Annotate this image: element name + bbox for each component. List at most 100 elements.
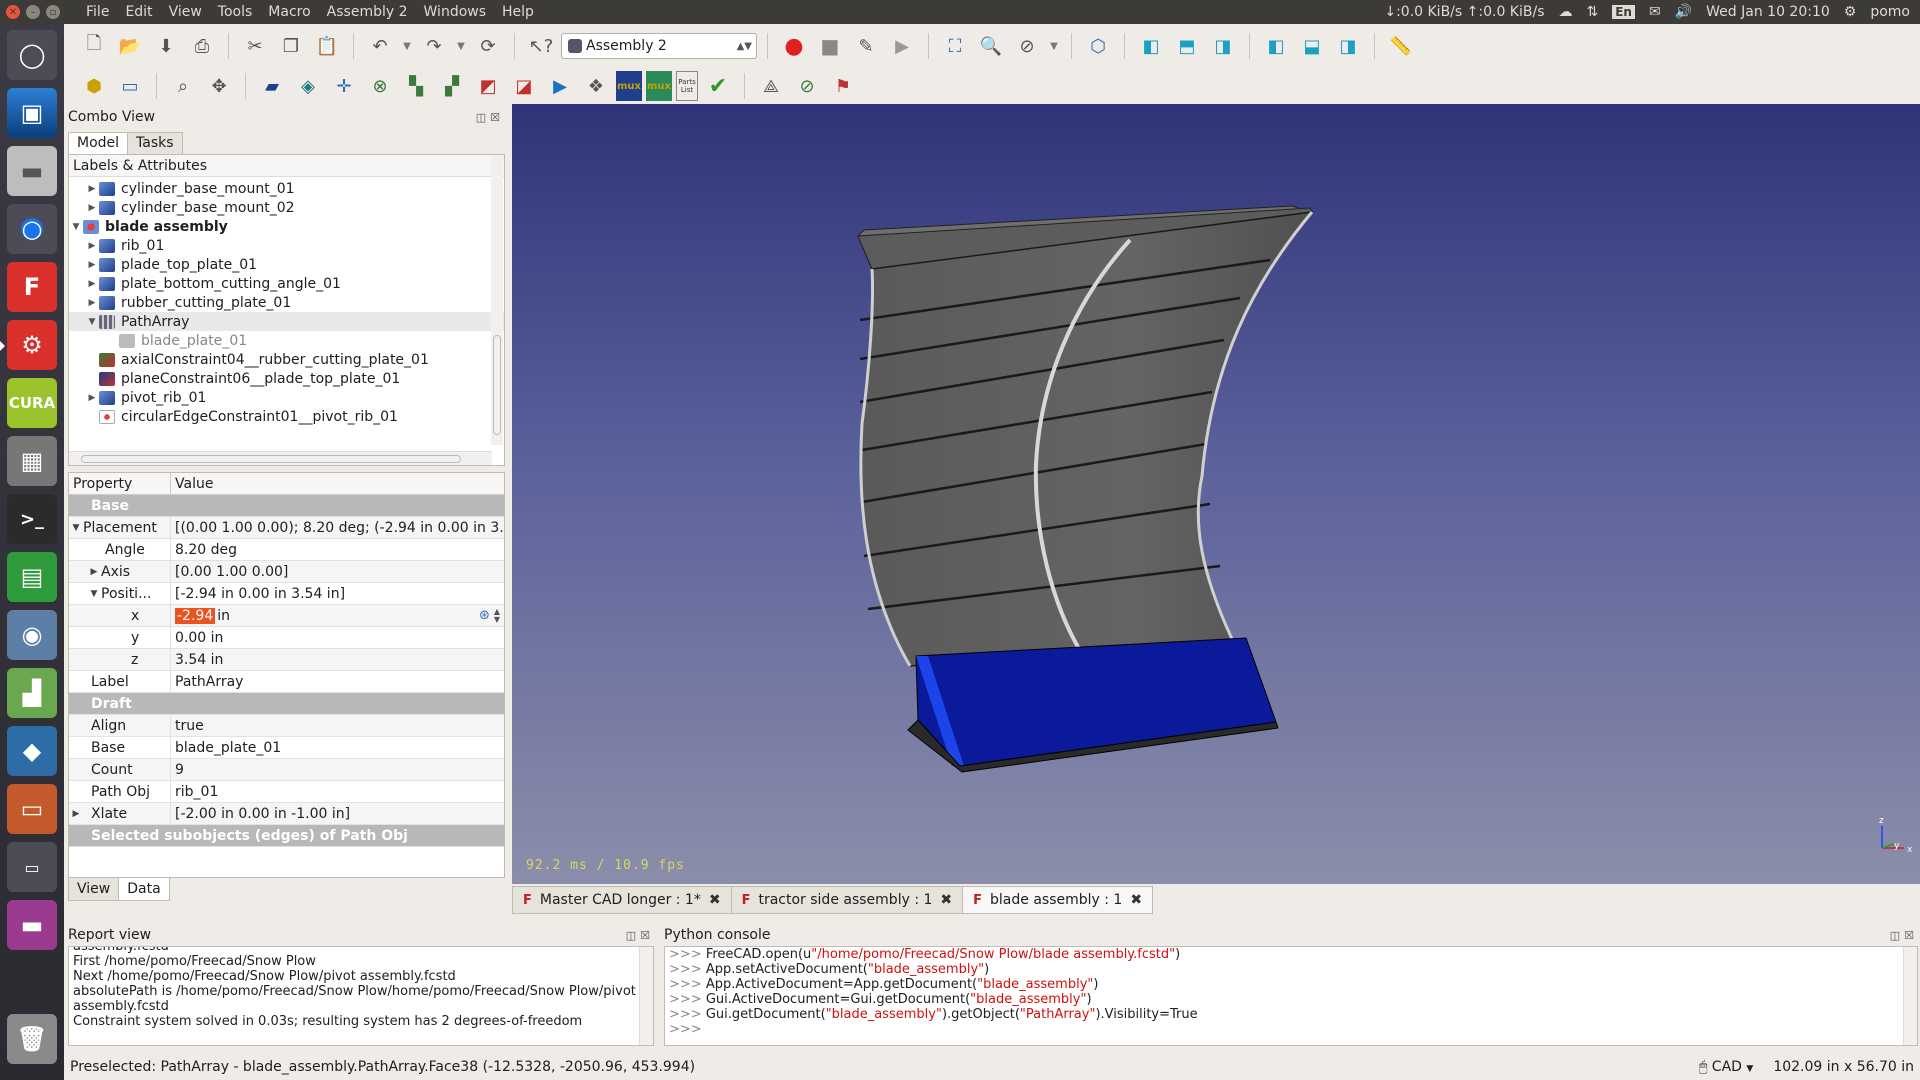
user-name[interactable]: pomo <box>1870 4 1910 20</box>
console-output[interactable]: >>> FreeCAD.open(u"/home/pomo/Freecad/Sn… <box>664 946 1918 1046</box>
console-scrollbar[interactable] <box>1903 947 1917 1045</box>
terminal-icon[interactable]: >_ <box>7 494 57 544</box>
undo-icon[interactable]: ↶ <box>364 31 396 61</box>
paste-icon[interactable]: 📋 <box>311 31 343 61</box>
tree-item[interactable]: circularEdgeConstraint01__pivot_rib_01 <box>69 407 504 426</box>
menu-macro[interactable]: Macro <box>260 4 318 20</box>
angle-constraint-icon[interactable]: ▚ <box>400 71 432 101</box>
expand-arrow-icon[interactable]: ▶ <box>85 184 99 194</box>
window-close-button[interactable]: ✕ <box>6 5 20 19</box>
undo-dropdown-icon[interactable]: ▼ <box>400 31 414 61</box>
collapse-arrow-icon[interactable]: ▼ <box>87 589 101 599</box>
property-row-x[interactable]: x -2.94 in ⊛ ▲ ▼ <box>69 605 504 627</box>
collapse-arrow-icon[interactable]: ▼ <box>69 523 83 533</box>
property-value[interactable]: [(0.00 1.00 0.00); 8.20 deg; (-2.94 in 0… <box>171 517 504 538</box>
open-file-icon[interactable]: 📂 <box>114 31 146 61</box>
mail-icon[interactable]: ✉ <box>1649 4 1661 20</box>
property-value[interactable]: 3.54 in <box>171 649 504 670</box>
float-icon[interactable]: ◫ <box>626 929 636 942</box>
tab-master-cad[interactable]: F Master CAD longer : 1* ✖ <box>512 886 732 914</box>
menu-view[interactable]: View <box>161 4 210 20</box>
collapse-arrow-icon[interactable]: ▼ <box>85 317 99 327</box>
view-rear-icon[interactable]: ◧ <box>1260 31 1292 61</box>
menu-help[interactable]: Help <box>494 4 542 20</box>
tab-model[interactable]: Model <box>68 132 129 154</box>
tree-item[interactable]: ▶ cylinder_base_mount_02 <box>69 198 504 217</box>
tab-view[interactable]: View <box>68 878 120 901</box>
volume-icon[interactable]: 🔊 <box>1675 4 1692 20</box>
tree-item[interactable]: ▶ rubber_cutting_plate_01 <box>69 293 504 312</box>
import-part-icon[interactable]: ⬢ <box>78 71 110 101</box>
close-icon[interactable]: ✖ <box>709 892 721 908</box>
image-viewer-icon[interactable]: ▣ <box>7 88 57 138</box>
property-row-align[interactable]: Align true <box>69 715 504 737</box>
property-group-base[interactable]: Base <box>69 495 504 517</box>
property-group-draft[interactable]: Draft <box>69 693 504 715</box>
view-front-icon[interactable]: ◧ <box>1135 31 1167 61</box>
property-value[interactable]: rib_01 <box>171 781 504 802</box>
spreadsheet-icon[interactable]: ▤ <box>7 552 57 602</box>
parts-list-icon[interactable]: Parts List <box>676 71 698 101</box>
print-icon[interactable]: ⎙ <box>186 31 218 61</box>
property-row-z[interactable]: z 3.54 in <box>69 649 504 671</box>
fit-all-icon[interactable]: ⛶ <box>939 31 971 61</box>
property-value[interactable]: [-2.00 in 0.00 in -1.00 in] <box>171 803 504 824</box>
drive-icon[interactable]: ▬ <box>7 146 57 196</box>
blade-assembly-model[interactable] <box>512 104 1920 884</box>
open-folder-icon[interactable]: ▭ <box>114 71 146 101</box>
property-row-label[interactable]: Label PathArray <box>69 671 504 693</box>
property-value[interactable]: 9 <box>171 759 504 780</box>
expand-arrow-icon[interactable]: ▶ <box>85 260 99 270</box>
tree-item[interactable]: ▶ pivot_rib_01 <box>69 388 504 407</box>
cut-icon[interactable]: ✂ <box>239 31 271 61</box>
update-parts-icon[interactable]: ⌕ <box>167 71 199 101</box>
spherical-constraint-icon[interactable]: ◩ <box>472 71 504 101</box>
property-column-header[interactable]: Property <box>69 473 171 494</box>
circular-edge-constraint-icon[interactable]: ⊗ <box>364 71 396 101</box>
run-macro-icon[interactable]: ▶ <box>886 31 918 61</box>
expand-arrow-icon[interactable]: ▶ <box>85 298 99 308</box>
chromium-icon[interactable]: ○ <box>7 204 57 254</box>
redo-icon[interactable]: ↷ <box>418 31 450 61</box>
property-row-count[interactable]: Count 9 <box>69 759 504 781</box>
tree-item[interactable]: ▼ blade assembly <box>69 217 504 236</box>
expand-arrow-icon[interactable]: ▶ <box>85 279 99 289</box>
tree-item[interactable]: ▶ rib_01 <box>69 236 504 255</box>
expand-arrow-icon[interactable]: ▶ <box>85 241 99 251</box>
move-icon[interactable]: ✛ <box>328 71 360 101</box>
move-part-icon[interactable]: ✥ <box>203 71 235 101</box>
tab-blade-assembly[interactable]: F blade assembly : 1 ✖ <box>962 886 1154 914</box>
degrees-of-freedom-icon[interactable]: ❖ <box>580 71 612 101</box>
record-macro-icon[interactable]: ● <box>778 31 810 61</box>
tree-item[interactable]: ▶ plade_top_plate_01 <box>69 255 504 274</box>
expand-arrow-icon[interactable]: ▶ <box>85 203 99 213</box>
clock[interactable]: Wed Jan 10 20:10 <box>1706 4 1830 20</box>
document-select[interactable]: Assembly 2 ▲▼ <box>561 33 757 59</box>
network-speed[interactable]: ↓:0.0 KiB/s ↑:0.0 KiB/s <box>1384 4 1544 20</box>
axial-constraint-icon[interactable]: ◈ <box>292 71 324 101</box>
tree-item[interactable]: planeConstraint06__plade_top_plate_01 <box>69 369 504 388</box>
collapse-arrow-icon[interactable]: ▼ <box>69 222 83 232</box>
close-icon[interactable]: ☒ <box>490 111 500 124</box>
tree-item-selected[interactable]: ▼ PathArray <box>69 312 504 331</box>
property-row-base[interactable]: Base blade_plate_01 <box>69 737 504 759</box>
property-row-position[interactable]: ▼ Positi... [-2.94 in 0.00 in 3.54 in] <box>69 583 504 605</box>
tree-item[interactable]: blade_plate_01 <box>69 331 504 350</box>
x-value-input[interactable]: -2.94 <box>175 607 216 624</box>
refresh-icon[interactable]: ⟳ <box>472 31 504 61</box>
freecad-icon[interactable]: F <box>7 262 57 312</box>
property-value[interactable]: true <box>171 715 504 736</box>
mux-visual-icon[interactable]: mux <box>646 71 672 101</box>
navigation-style[interactable]: 🖱 CAD ▼ <box>1699 1059 1753 1075</box>
property-row-angle[interactable]: Angle 8.20 deg <box>69 539 504 561</box>
redo-dropdown-icon[interactable]: ▼ <box>454 31 468 61</box>
menu-assembly2[interactable]: Assembly 2 <box>319 4 416 20</box>
calculator-icon[interactable]: ▦ <box>7 436 57 486</box>
network-arrows-icon[interactable]: ⇅ <box>1587 4 1599 20</box>
files-icon[interactable]: ▭ <box>7 784 57 834</box>
video-icon[interactable]: ◉ <box>7 610 57 660</box>
plane-constraint-icon[interactable]: ▰ <box>256 71 288 101</box>
close-icon[interactable]: ✖ <box>940 892 952 908</box>
fit-selection-icon[interactable]: 🔍 <box>975 31 1007 61</box>
copy-icon[interactable]: ❐ <box>275 31 307 61</box>
